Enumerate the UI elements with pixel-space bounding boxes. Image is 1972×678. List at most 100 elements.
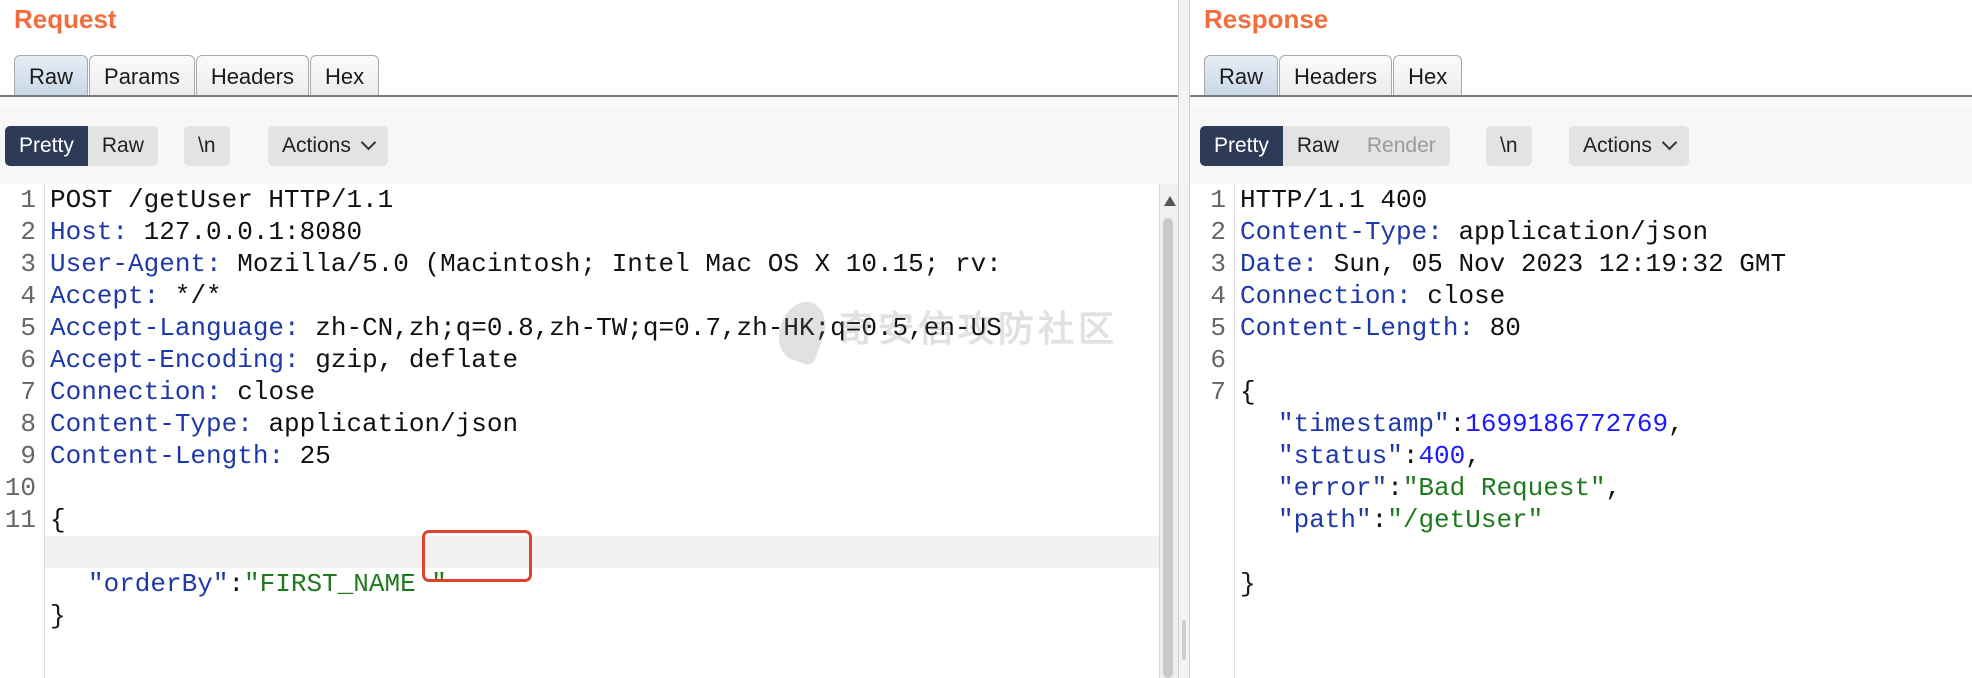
line-content: Accept-Encoding: gzip, deflate — [50, 345, 519, 375]
request-tabs: Raw Params Headers Hex — [14, 55, 380, 95]
line-number: 11 — [4, 505, 36, 535]
header-value: application/json — [252, 409, 519, 439]
json-field-line: "status":400, — [1278, 441, 1481, 471]
code-line: 7{ — [1190, 376, 1972, 408]
code-line: 8 Content-Type: application/json — [0, 408, 1178, 440]
pane-splitter[interactable] — [1178, 0, 1190, 678]
header-value: 80 — [1474, 313, 1521, 343]
response-title: Response — [1204, 4, 1329, 34]
tab-raw[interactable]: Raw — [14, 55, 89, 95]
code-line: 3 User-Agent: Mozilla/5.0 (Macintosh; Int… — [0, 248, 1178, 280]
code-line: 7 Connection: close — [0, 376, 1178, 408]
line-content: Connection: close — [50, 377, 316, 407]
header-value: */* — [159, 281, 222, 311]
pretty-button[interactable]: Pretty — [1200, 126, 1283, 166]
line-number: 7 — [20, 377, 36, 407]
tab-headers[interactable]: Headers — [1279, 55, 1393, 95]
code-line: 6 — [1190, 344, 1972, 376]
closing-brace: } — [1240, 569, 1256, 599]
header-value: close — [221, 377, 316, 407]
actions-button[interactable]: Actions — [268, 126, 388, 166]
line-number: 9 — [20, 441, 36, 471]
line-content: User-Agent: Mozilla/5.0 (Macintosh; Inte… — [50, 249, 1002, 279]
code-line: 3 Date: Sun, 05 Nov 2023 12:19:32 GMT — [1190, 248, 1972, 280]
line-content: POST /getUser HTTP/1.1 — [50, 184, 393, 216]
highlight-annotation-box — [422, 530, 532, 582]
header-name: Accept — [50, 281, 144, 311]
header-value: gzip, deflate — [299, 345, 519, 375]
chevron-down-icon — [1661, 134, 1678, 151]
header-name: Accept-Encoding — [50, 345, 285, 375]
line-number: 5 — [1210, 313, 1226, 343]
header-name: Content-Length — [1240, 313, 1459, 343]
json-key: "status" — [1278, 441, 1403, 471]
watermark-logo-icon — [771, 295, 833, 368]
line-number: 4 — [1210, 281, 1226, 311]
code-line: 2 Content-Type: application/json — [1190, 216, 1972, 248]
line-text: { — [50, 505, 66, 535]
code-line: 1 HTTP/1.1 400 — [1190, 184, 1972, 216]
render-button[interactable]: Render — [1353, 126, 1450, 166]
line-number: 8 — [20, 409, 36, 439]
json-field-line: "error":"Bad Request", — [1278, 473, 1622, 503]
actions-button[interactable]: Actions — [1569, 126, 1689, 166]
actions-label: Actions — [1583, 134, 1652, 157]
header-name: Content-Type — [1240, 217, 1428, 247]
tab-params[interactable]: Params — [89, 55, 195, 95]
vertical-scrollbar[interactable] — [1159, 184, 1178, 678]
header-value: 25 — [284, 441, 331, 471]
response-pane: Response Raw Headers Hex Pretty Raw Rend… — [1190, 0, 1972, 678]
header-value: Mozilla/5.0 (Macintosh; Intel Mac OS X 1… — [221, 249, 1002, 279]
json-key: "error" — [1278, 473, 1388, 503]
response-toolbar: Pretty Raw Render \n Actions — [1190, 106, 1972, 184]
actions-label: Actions — [282, 134, 351, 157]
code-line: 2 Host: 127.0.0.1:8080 — [0, 216, 1178, 248]
line-number: 1 — [1210, 185, 1226, 215]
line-content: Content-Length: 80 — [1240, 313, 1521, 343]
json-value: "Bad Request" — [1402, 473, 1606, 503]
line-number: 3 — [1210, 249, 1226, 279]
line-content: Date: Sun, 05 Nov 2023 12:19:32 GMT — [1240, 249, 1787, 279]
scroll-up-icon[interactable] — [1164, 196, 1176, 206]
tab-hex[interactable]: Hex — [309, 55, 380, 95]
line-number: 7 — [1210, 377, 1226, 407]
line-content: Content-Type: application/json — [1240, 217, 1709, 247]
splitter-grip[interactable] — [1182, 620, 1186, 660]
line-text: HTTP/1.1 400 — [1240, 185, 1428, 215]
line-content: Content-Type: application/json — [50, 409, 519, 439]
json-value: "/getUser" — [1387, 505, 1544, 535]
closing-brace-line: } — [0, 568, 1178, 631]
line-content: HTTP/1.1 400 — [1240, 184, 1427, 216]
json-key: "timestamp" — [1278, 409, 1450, 439]
line-number: 4 — [20, 281, 36, 311]
header-name: Connection — [1240, 281, 1397, 311]
header-value: 127.0.0.1:8080 — [128, 217, 363, 247]
scrollbar-thumb[interactable] — [1163, 218, 1173, 678]
pretty-button[interactable]: Pretty — [5, 126, 88, 166]
raw-button[interactable]: Raw — [1283, 126, 1353, 166]
header-name: Accept-Language — [50, 313, 285, 343]
request-editor[interactable]: 1 POST /getUser HTTP/1.1 2 Host: 127.0.0.1:… — [0, 184, 1178, 678]
response-editor[interactable]: 1 HTTP/1.1 400 2 Content-Type: application/… — [1190, 184, 1972, 678]
json-field-line: "timestamp":1699186772769, — [1278, 409, 1684, 439]
line-number: 2 — [20, 217, 36, 247]
tab-headers[interactable]: Headers — [195, 55, 309, 95]
code-line: 1 POST /getUser HTTP/1.1 — [0, 184, 1178, 216]
header-name: Host — [50, 217, 113, 247]
code-line: 9 Content-Length: 25 — [0, 440, 1178, 472]
line-text: POST /getUser HTTP/1.1 — [50, 185, 394, 215]
line-content: { — [1240, 376, 1256, 408]
response-tabs: Raw Headers Hex — [1204, 55, 1463, 95]
json-value: 400 — [1418, 441, 1466, 471]
code-line: 4 Connection: close — [1190, 280, 1972, 312]
tab-raw[interactable]: Raw — [1204, 55, 1279, 95]
line-number: 6 — [1210, 345, 1226, 375]
newline-toggle-button[interactable]: \n — [1486, 126, 1532, 166]
chevron-down-icon — [360, 134, 377, 151]
code-line: 11 { — [0, 504, 1178, 536]
line-text: { — [1240, 377, 1256, 407]
raw-button[interactable]: Raw — [88, 126, 158, 166]
tab-hex[interactable]: Hex — [1393, 55, 1463, 95]
header-name: Content-Length — [50, 441, 269, 471]
newline-toggle-button[interactable]: \n — [184, 126, 230, 166]
